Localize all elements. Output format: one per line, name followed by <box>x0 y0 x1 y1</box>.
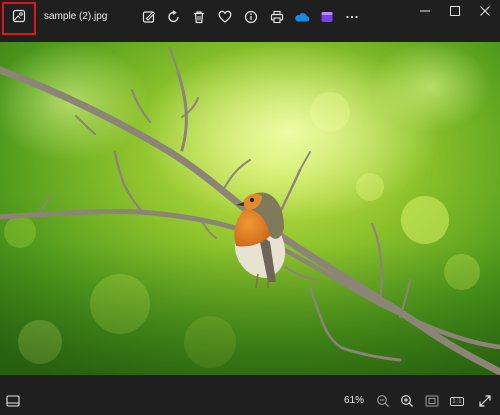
gallery-button[interactable] <box>2 2 36 35</box>
close-button[interactable] <box>470 0 500 22</box>
edit-image-icon <box>142 11 156 23</box>
file-name: sample (2).jpg <box>44 11 108 22</box>
fullscreen-button[interactable] <box>476 392 494 410</box>
bottom-toolbar: 61% 1:1 <box>0 375 500 415</box>
print-button[interactable] <box>268 8 286 26</box>
actual-size-button[interactable]: 1:1 <box>448 392 466 410</box>
image-viewer[interactable] <box>0 42 500 375</box>
zoom-out-button[interactable] <box>374 392 392 410</box>
clipchamp-button[interactable] <box>318 8 336 26</box>
minimize-button[interactable] <box>410 0 440 22</box>
onedrive-icon <box>295 13 310 22</box>
zoom-out-icon <box>377 395 389 407</box>
print-icon <box>270 10 284 24</box>
info-icon <box>244 10 258 24</box>
clipchamp-icon <box>321 12 333 22</box>
favorite-icon <box>218 10 232 23</box>
zoom-level: 61% <box>344 395 365 406</box>
edit-image-button[interactable] <box>140 8 158 26</box>
filmstrip-toggle-button[interactable] <box>4 392 22 410</box>
fit-window-icon <box>425 395 439 407</box>
maximize-icon <box>450 6 460 16</box>
rotate-button[interactable] <box>165 8 183 26</box>
rotate-icon <box>168 10 179 23</box>
delete-button[interactable] <box>190 8 208 26</box>
close-icon <box>480 6 490 16</box>
delete-icon <box>194 11 204 24</box>
favorite-button[interactable] <box>216 8 234 26</box>
info-button[interactable] <box>242 8 260 26</box>
fullscreen-icon <box>479 395 491 407</box>
more-icon <box>346 15 358 19</box>
more-button[interactable] <box>343 8 361 26</box>
zoom-in-icon <box>401 395 413 407</box>
zoom-in-button[interactable] <box>398 392 416 410</box>
title-bar: sample (2).jpg <box>0 0 500 42</box>
robin-on-branch-photo <box>0 42 500 375</box>
minimize-icon <box>420 10 430 12</box>
gallery-icon <box>12 9 26 28</box>
fit-to-window-button[interactable] <box>423 392 441 410</box>
onedrive-button[interactable] <box>293 8 311 26</box>
maximize-button[interactable] <box>440 0 470 22</box>
actual-size-label: 1:1 <box>450 396 464 406</box>
filmstrip-icon <box>6 395 20 407</box>
